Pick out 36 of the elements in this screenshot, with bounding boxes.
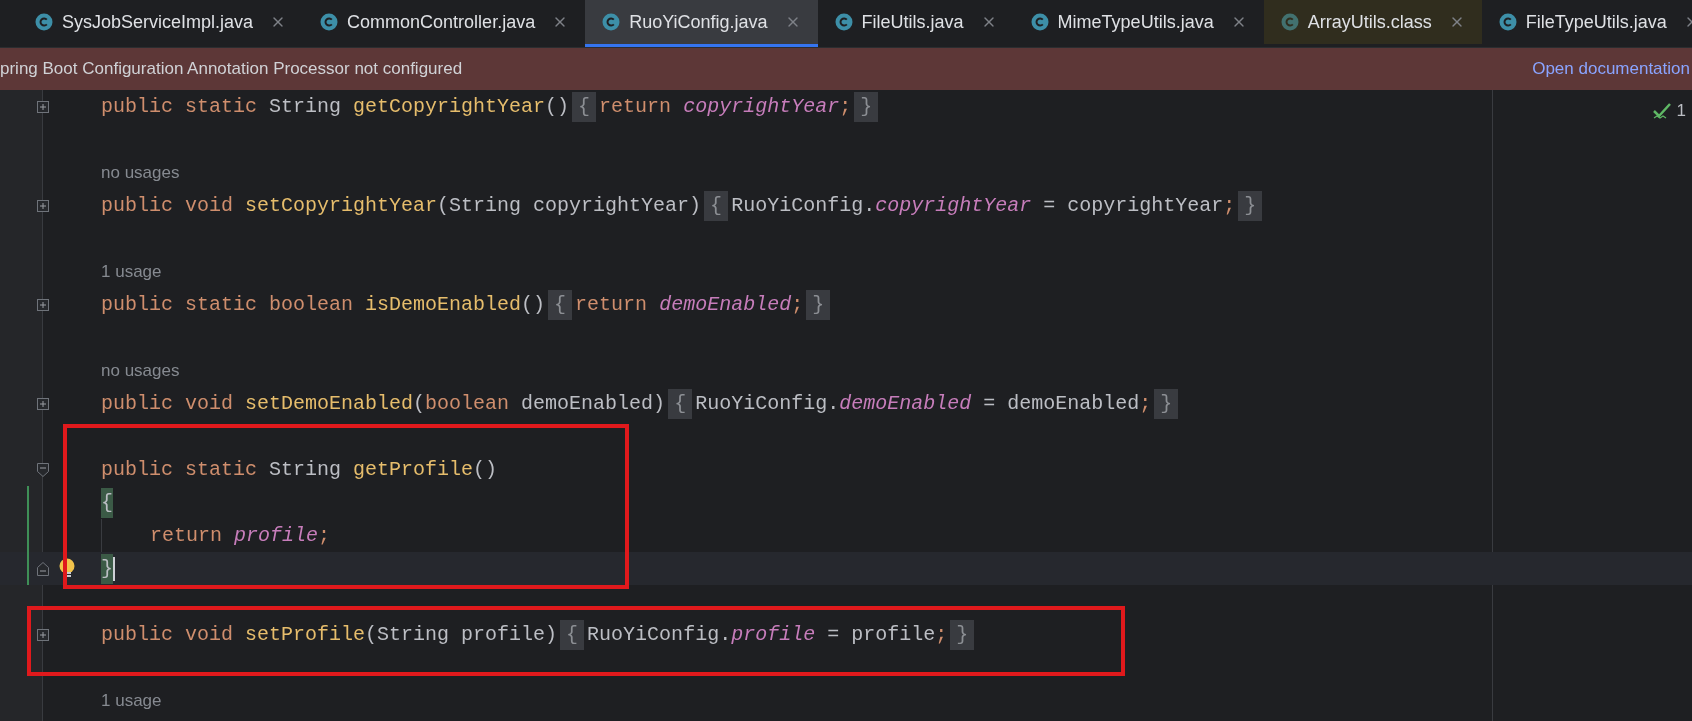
usage-hint[interactable]: no usages xyxy=(101,159,180,186)
check-icon[interactable] xyxy=(1652,101,1671,120)
class-file-icon xyxy=(1030,13,1049,31)
editor-tab[interactable]: MimeTypeUtils.java xyxy=(1013,0,1264,47)
editor-tab[interactable]: RuoYiConfig.java xyxy=(585,0,818,47)
class-file-icon xyxy=(602,13,621,31)
class-file-icon xyxy=(834,13,853,31)
code-line: public static String getCopyrightYear() { return copyrightYear; } xyxy=(101,91,882,122)
editor-tab[interactable]: CommonController.java xyxy=(303,0,586,47)
editor-tab[interactable]: FileTypeUtils.java xyxy=(1481,0,1692,47)
usage-hint[interactable]: no usages xyxy=(101,357,180,384)
lightbulb-icon[interactable] xyxy=(59,557,75,580)
class-file-icon xyxy=(1498,13,1517,31)
editor-tab[interactable]: FileUtils.java xyxy=(817,0,1014,47)
class-file-icon xyxy=(35,13,53,31)
usage-hint[interactable]: 1 usage xyxy=(101,687,162,714)
inspection-count[interactable]: 1 xyxy=(1676,98,1686,124)
code-line: public static String getProfile() xyxy=(101,456,498,483)
code-line: public void setDemoEnabled(boolean demoEnabled) { RuoYiConfig.demoEnabled = demoEnabled; } xyxy=(101,388,1182,419)
usage-hint[interactable]: 1 usage xyxy=(101,258,162,285)
class-file-icon xyxy=(320,13,339,31)
expand-icon[interactable] xyxy=(37,100,49,113)
collapse-icon[interactable] xyxy=(37,462,49,477)
collapse-icon[interactable] xyxy=(37,561,49,576)
editor-tab[interactable]: SysJobServiceImpl.java xyxy=(18,0,304,47)
class-file-icon xyxy=(1280,13,1299,31)
banner-message: pring Boot Configuration Annotation Processor not configured xyxy=(0,58,463,81)
expand-icon[interactable] xyxy=(37,199,49,212)
expand-icon[interactable] xyxy=(37,298,49,311)
editor-tab[interactable]: ArrayUtils.class xyxy=(1263,0,1482,47)
code-line: public static boolean isDemoEnabled() { return demoEnabled; } xyxy=(101,289,834,320)
code-line: public void setCopyrightYear(String copyrightYear) { RuoYiConfig.copyrightYear = copyrightYear; } xyxy=(101,190,1266,221)
documentation-link[interactable]: Open documentation xyxy=(1532,56,1692,82)
expand-icon[interactable] xyxy=(37,628,49,641)
code-line: public void setProfile(String profile) { RuoYiConfig.profile = profile; } xyxy=(101,619,978,650)
expand-icon[interactable] xyxy=(37,397,49,410)
